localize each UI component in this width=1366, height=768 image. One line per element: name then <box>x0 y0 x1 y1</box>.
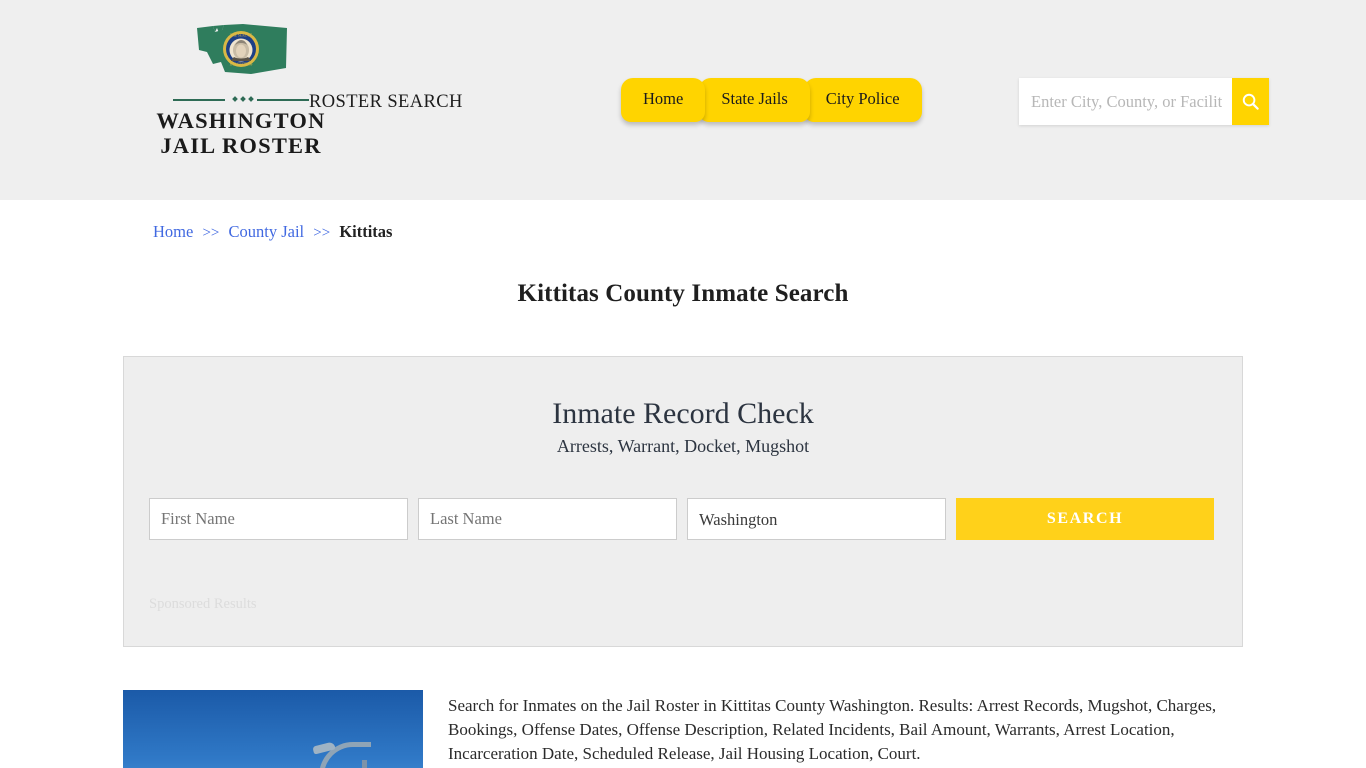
state-select[interactable]: Washington <box>687 498 946 540</box>
nav-item-city-police[interactable]: City Police <box>803 78 922 122</box>
page-body: Home >> County Jail >> Kittitas Kittitas… <box>123 200 1243 768</box>
breadcrumb-item-current: Kittitas <box>339 222 393 241</box>
record-check-title: Inmate Record Check <box>552 397 814 430</box>
breadcrumb-item-county-jail[interactable]: County Jail <box>229 222 305 241</box>
first-name-input[interactable] <box>149 498 408 540</box>
county-photo <box>123 690 423 768</box>
page-description: Search for Inmates on the Jail Roster in… <box>448 696 1217 763</box>
street-lamp-post-icon <box>362 760 367 768</box>
header-search <box>1019 78 1269 125</box>
record-check-subtitle: Arrests, Warrant, Docket, Mugshot <box>556 436 810 456</box>
brand-line-2: JAIL ROSTER <box>160 133 322 158</box>
brand-line-1: WASHINGTON <box>156 108 326 133</box>
header-inner: THE SEAL OF THE STATE OF WASHINGTON JAIL… <box>123 0 1269 200</box>
search-icon <box>1243 93 1259 110</box>
site-header: THE SEAL OF THE STATE OF WASHINGTON JAIL… <box>0 0 1366 200</box>
record-check-form: Washington SEARCH <box>149 498 1217 540</box>
nav-item-state-jails[interactable]: State Jails <box>699 78 810 122</box>
last-name-input[interactable] <box>418 498 677 540</box>
main-navigation: Home State Jails City Police <box>621 78 922 122</box>
header-search-input[interactable] <box>1019 78 1233 125</box>
svg-text:THE SEAL OF: THE SEAL OF <box>230 34 252 38</box>
nav-item-home[interactable]: Home <box>621 78 706 122</box>
logo-divider <box>173 95 309 104</box>
breadcrumb-item-home[interactable]: Home <box>153 222 193 241</box>
page-title: Kittitas County Inmate Search <box>517 280 849 307</box>
inmate-record-check-panel: Inmate Record Check Arrests, Warrant, Do… <box>123 356 1243 647</box>
site-tagline: ROSTER SEARCH <box>309 92 463 112</box>
washington-state-flag-icon: THE SEAL OF THE STATE OF <box>191 22 291 88</box>
header-search-button[interactable] <box>1232 78 1269 125</box>
content-row: Search for Inmates on the Jail Roster in… <box>123 690 1243 768</box>
breadcrumb-separator-2: >> <box>313 225 331 241</box>
breadcrumb: Home >> County Jail >> Kittitas <box>123 200 1243 242</box>
search-button[interactable]: SEARCH <box>956 498 1214 540</box>
breadcrumb-separator-1: >> <box>202 225 220 241</box>
sponsored-results-label: Sponsored Results <box>149 596 257 612</box>
site-logo[interactable]: THE SEAL OF THE STATE OF WASHINGTON JAIL… <box>151 22 331 158</box>
svg-text:THE STATE OF: THE STATE OF <box>229 63 253 67</box>
